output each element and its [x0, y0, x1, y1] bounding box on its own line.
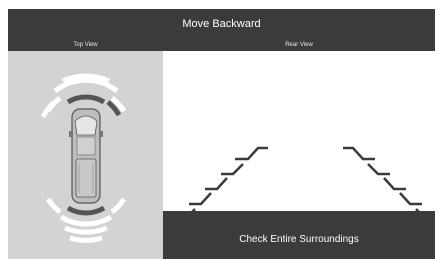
title: Move Backward [182, 18, 261, 30]
rear-sensor-outer-arc-2 [69, 235, 103, 243]
rear-sensor-outer-arc [64, 225, 108, 235]
rear-view-panel: Check Entire Surroundings [163, 51, 435, 259]
top-view-label: Top View [73, 42, 98, 48]
warning-message-bar: Check Entire Surroundings [163, 211, 435, 259]
vehicle-icon [69, 108, 103, 204]
rear-view-label: Rear View [285, 42, 313, 48]
front-sensor-inner-arc [66, 94, 106, 105]
rear-left-corner-arc [45, 197, 62, 214]
rear-sensor-inner-arc [66, 205, 106, 216]
title-bar: Move Backward [8, 9, 435, 39]
top-view-panel [8, 51, 163, 259]
rear-sensor-middle-arc [59, 214, 113, 227]
rear-right-corner-arc [110, 197, 127, 214]
view-labels-bar: Top View Rear View [8, 39, 435, 51]
top-view-graphic [40, 73, 127, 243]
parking-assist-screen: Move Backward Top View Rear View Check E… [8, 9, 435, 259]
warning-message: Check Entire Surroundings [239, 234, 359, 245]
